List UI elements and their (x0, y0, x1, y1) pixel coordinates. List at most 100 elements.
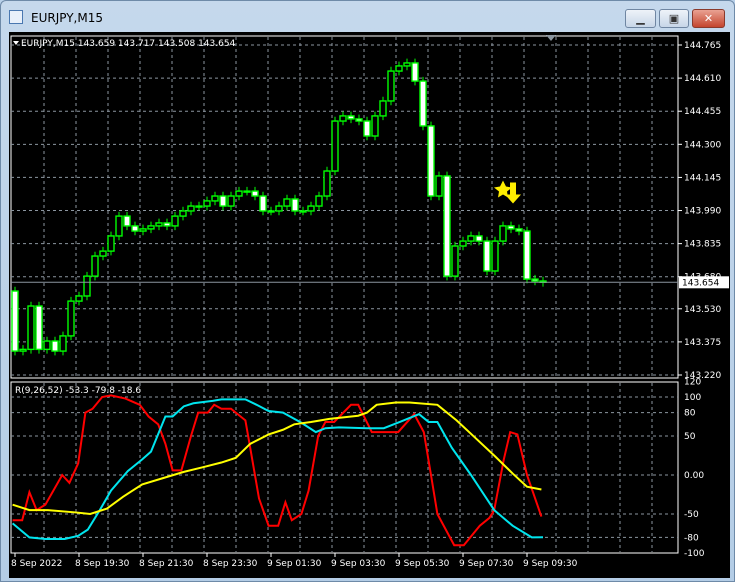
candle (403, 62, 411, 67)
time-axis-label: 8 Sep 21:30 (139, 559, 194, 569)
candle (27, 305, 35, 351)
candle (187, 205, 195, 212)
candle (467, 235, 475, 242)
time-axis-label: 9 Sep 03:30 (331, 559, 386, 569)
candle (275, 205, 283, 212)
chart-canvas[interactable]: 144.765 144.610 144.455 144.300 144.145 143.9… (9, 32, 730, 578)
candle (99, 250, 107, 257)
price-axis-label: 143.990 (684, 207, 721, 217)
candle (379, 100, 387, 117)
time-axis-label: 9 Sep 05:30 (395, 559, 450, 569)
indicator-axis-label: -80 (684, 533, 699, 543)
price-panel-border (10, 35, 679, 379)
candle (19, 348, 27, 352)
candle (387, 70, 395, 102)
chart-window: EURJPY,M15 ▁ ▣ ✕ 144.765 144.610 144.455 14… (0, 0, 735, 582)
candle (515, 228, 523, 232)
indicator-axis-label: 50 (684, 432, 696, 442)
candle (131, 225, 139, 232)
candle (355, 118, 363, 122)
candle (195, 205, 203, 208)
candle (347, 115, 355, 120)
candle (371, 115, 379, 137)
chart-area[interactable]: 144.765 144.610 144.455 144.300 144.145 143.9… (9, 32, 730, 578)
candle (491, 240, 499, 272)
candle (147, 225, 155, 230)
candle (91, 255, 99, 277)
candle (427, 125, 435, 197)
candle (211, 195, 219, 202)
maximize-button[interactable]: ▣ (659, 9, 689, 28)
candle (51, 340, 59, 352)
close-button[interactable]: ✕ (692, 9, 725, 28)
candle (139, 228, 147, 232)
title-bar[interactable]: EURJPY,M15 ▁ ▣ ✕ (1, 1, 734, 31)
candle (203, 200, 211, 207)
indicator-axis-label: 80 (684, 409, 696, 419)
candle (283, 198, 291, 207)
time-axis-label: 8 Sep 23:30 (203, 559, 258, 569)
window-title: EURJPY,M15 (31, 11, 103, 25)
candle (83, 275, 91, 297)
price-axis-label: 144.300 (684, 140, 721, 150)
candle (59, 335, 67, 352)
candle (219, 195, 227, 207)
candle (251, 190, 259, 197)
indicator-axis-label: -50 (684, 510, 699, 520)
current-price-label: 143.654 (682, 278, 719, 288)
candle (235, 190, 243, 197)
candle (75, 295, 83, 302)
candle (155, 222, 163, 227)
collapse-triangle-icon (13, 41, 19, 45)
candle (531, 278, 539, 282)
price-axis-label: 143.835 (684, 240, 721, 250)
indicator-axis-label: 0.00 (684, 471, 704, 481)
candle (507, 225, 515, 230)
candle (179, 210, 187, 217)
candle (267, 210, 275, 213)
candle (395, 65, 403, 72)
indicator-header: R(9,26,52) -53.3 -79.8 -18.6 (15, 386, 141, 396)
chart-header: EURJPY,M15 143.659 143.717 143.508 143.6… (21, 39, 236, 49)
price-axis-label: 144.455 (684, 107, 721, 117)
candle (435, 175, 443, 197)
time-axis-label: 9 Sep 01:30 (267, 559, 322, 569)
candle (307, 205, 315, 212)
indicator-line (12, 401, 542, 516)
time-axis-label: 8 Sep 19:30 (75, 559, 130, 569)
candle (163, 222, 171, 227)
indicator-line (11, 398, 544, 540)
price-axis-label: 144.145 (684, 173, 721, 183)
candle (67, 300, 75, 337)
candle (443, 175, 451, 277)
candle (411, 62, 419, 82)
candle (43, 340, 51, 351)
shift-marker-icon (546, 35, 556, 41)
time-axis-label: 9 Sep 09:30 (523, 559, 578, 569)
minimize-button[interactable]: ▁ (625, 9, 656, 28)
candle (11, 290, 19, 352)
candle (115, 215, 123, 237)
candle (123, 215, 131, 227)
candle (259, 195, 267, 212)
candle (339, 115, 347, 122)
time-axis-label: 9 Sep 07:30 (459, 559, 514, 569)
candle (419, 80, 427, 127)
indicator-axis-label: 100 (684, 393, 701, 403)
chart-window-icon (9, 10, 23, 24)
candle (243, 190, 251, 193)
time-axis-label: 8 Sep 2022 (11, 559, 62, 569)
candle (227, 195, 235, 207)
price-axis-label: 143.375 (684, 338, 721, 348)
price-axis-label: 144.765 (684, 41, 721, 51)
candle (299, 210, 307, 213)
candle (315, 195, 323, 207)
candle (107, 235, 115, 252)
candle (523, 230, 531, 280)
candle (499, 225, 507, 242)
candle (171, 215, 179, 227)
candle (475, 235, 483, 242)
indicator-axis-label: -100 (684, 549, 705, 559)
price-axis-label: 143.530 (684, 305, 721, 315)
candle (451, 245, 459, 277)
